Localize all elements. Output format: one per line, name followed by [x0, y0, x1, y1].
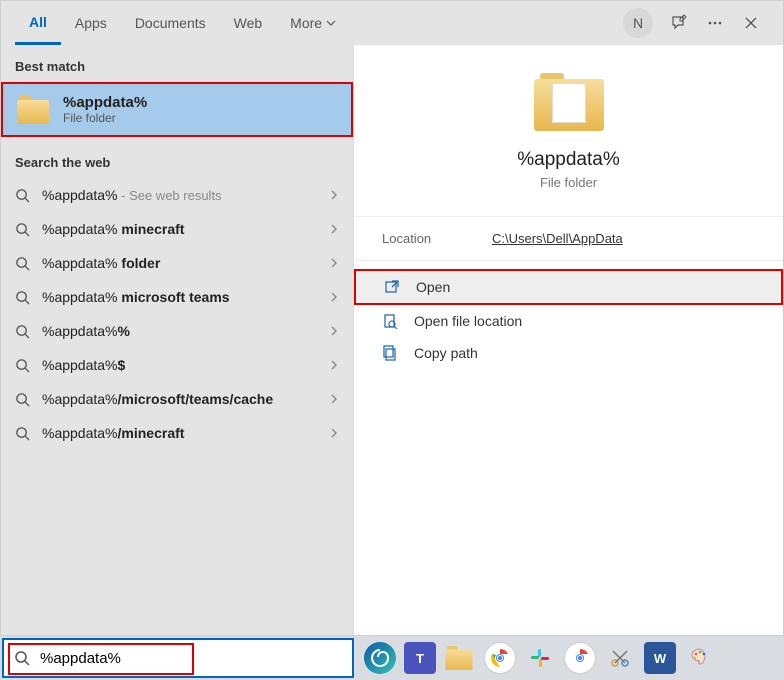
chevron-right-icon: [329, 291, 339, 303]
chrome-app-icon-2[interactable]: [564, 642, 596, 674]
search-icon: [15, 222, 30, 237]
snip-app-icon[interactable]: [604, 642, 636, 674]
folder-icon: [17, 96, 49, 124]
tab-apps[interactable]: Apps: [61, 1, 121, 45]
search-icon: [15, 290, 30, 305]
search-icon: [15, 324, 30, 339]
chevron-right-icon: [329, 223, 339, 235]
chevron-right-icon: [329, 325, 339, 337]
file-explorer-icon[interactable]: [444, 642, 476, 674]
web-result-item[interactable]: %appdata%%: [1, 314, 353, 348]
teams-app-icon[interactable]: T: [404, 642, 436, 674]
word-app-icon[interactable]: W: [644, 642, 676, 674]
user-avatar[interactable]: N: [623, 8, 653, 38]
web-result-text: %appdata%$: [42, 357, 329, 373]
action-label: Copy path: [414, 345, 478, 361]
taskbar-icons: T W: [356, 642, 716, 674]
best-match-subtitle: File folder: [63, 111, 147, 125]
open-action[interactable]: Open: [354, 269, 783, 305]
action-label: Open file location: [414, 313, 522, 329]
web-result-item[interactable]: %appdata%/microsoft/teams/cache: [1, 382, 353, 416]
search-icon: [15, 256, 30, 271]
preview-panel: %appdata% File folder Location C:\Users\…: [353, 45, 783, 635]
chevron-right-icon: [329, 257, 339, 269]
best-match-title: %appdata%: [63, 94, 147, 111]
best-match-header: Best match: [1, 45, 353, 82]
web-result-text: %appdata%/minecraft: [42, 425, 329, 441]
web-result-text: %appdata% microsoft teams: [42, 289, 329, 305]
tab-more-label: More: [290, 15, 322, 31]
chevron-right-icon: [329, 393, 339, 405]
tab-web[interactable]: Web: [220, 1, 277, 45]
action-label: Open: [416, 279, 450, 295]
search-icon: [15, 358, 30, 373]
feedback-button[interactable]: [661, 5, 697, 41]
best-match-item[interactable]: %appdata% File folder: [1, 82, 353, 137]
tab-all[interactable]: All: [15, 1, 61, 45]
taskbar-search[interactable]: [2, 638, 354, 678]
content-area: Best match %appdata% File folder Search …: [1, 45, 783, 635]
close-button[interactable]: [733, 5, 769, 41]
web-result-text: %appdata%/microsoft/teams/cache: [42, 391, 329, 407]
chrome-app-icon[interactable]: [484, 642, 516, 674]
search-icon: [15, 392, 30, 407]
preview-subtitle: File folder: [374, 175, 763, 190]
ellipsis-icon: [706, 14, 724, 32]
search-icon: [14, 650, 30, 666]
copy-path-action[interactable]: Copy path: [354, 337, 783, 369]
close-icon: [744, 16, 758, 30]
paint-app-icon[interactable]: [684, 642, 716, 674]
preview-title: %appdata%: [374, 149, 763, 171]
location-link[interactable]: C:\Users\Dell\AppData: [492, 231, 623, 246]
web-result-item[interactable]: %appdata% microsoft teams: [1, 280, 353, 314]
edge-app-icon[interactable]: [364, 642, 396, 674]
copy-icon: [382, 345, 400, 361]
web-result-item[interactable]: %appdata% folder: [1, 246, 353, 280]
open-file-location-action[interactable]: Open file location: [354, 305, 783, 337]
search-input[interactable]: [40, 650, 342, 667]
chevron-right-icon: [329, 359, 339, 371]
chevron-right-icon: [329, 427, 339, 439]
web-result-text: %appdata% minecraft: [42, 221, 329, 237]
tab-more[interactable]: More: [276, 1, 350, 45]
open-icon: [384, 279, 402, 295]
slack-app-icon[interactable]: [524, 642, 556, 674]
location-row: Location C:\Users\Dell\AppData: [354, 216, 783, 261]
web-result-text: %appdata% folder: [42, 255, 329, 271]
web-result-item[interactable]: %appdata%$: [1, 348, 353, 382]
web-result-item[interactable]: %appdata%/minecraft: [1, 416, 353, 450]
location-icon: [382, 313, 400, 329]
feedback-icon: [670, 14, 688, 32]
web-result-item[interactable]: %appdata% - See web results: [1, 178, 353, 212]
chevron-down-icon: [326, 18, 336, 28]
folder-icon: [534, 73, 604, 131]
tab-documents[interactable]: Documents: [121, 1, 220, 45]
location-label: Location: [382, 231, 492, 246]
taskbar: T W: [0, 636, 784, 680]
search-icon: [15, 188, 30, 203]
web-results-list: %appdata% - See web results %appdata% mi…: [1, 178, 353, 450]
search-window: All Apps Documents Web More N Best match…: [0, 0, 784, 636]
search-icon: [15, 426, 30, 441]
more-options-button[interactable]: [697, 5, 733, 41]
web-result-text: %appdata% - See web results: [42, 187, 329, 203]
web-result-item[interactable]: %appdata% minecraft: [1, 212, 353, 246]
search-web-header: Search the web: [1, 141, 353, 178]
chevron-right-icon: [329, 189, 339, 201]
tabs-bar: All Apps Documents Web More N: [1, 1, 783, 45]
actions-list: Open Open file location Copy path: [354, 261, 783, 377]
web-result-text: %appdata%%: [42, 323, 329, 339]
results-panel: Best match %appdata% File folder Search …: [1, 45, 353, 635]
